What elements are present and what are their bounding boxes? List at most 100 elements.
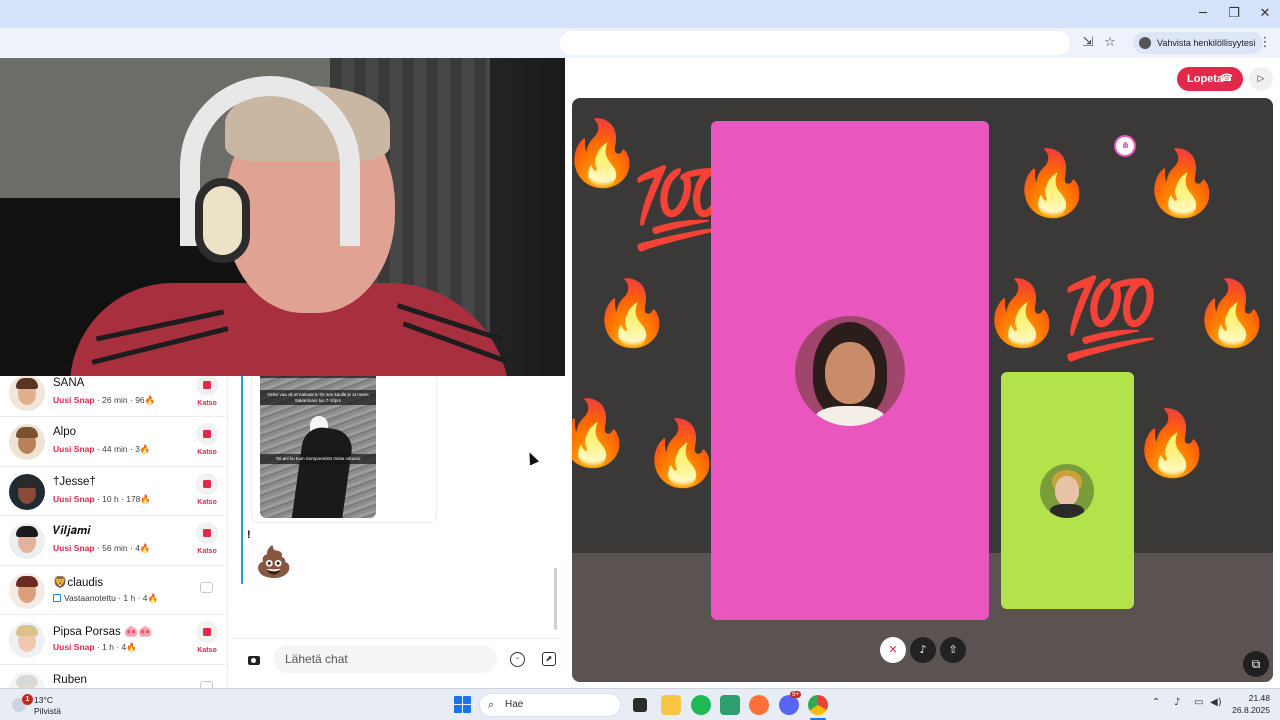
windows-start-icon[interactable]: [454, 696, 471, 713]
maximize-button[interactable]: ❐: [1219, 4, 1249, 24]
star-icon[interactable]: ☆: [1100, 33, 1120, 53]
view-snap-button[interactable]: [196, 373, 218, 396]
view-snap-button[interactable]: [196, 472, 218, 495]
chat-name: 𝑽𝒊𝒍𝒋𝒂𝒎𝒊: [53, 525, 91, 537]
conversation-scrollbar[interactable]: [554, 568, 557, 630]
chat-list-item[interactable]: 𝑽𝒊𝒍𝒋𝒂𝒎𝒊 Uusi Snap · 56 min · 4🔥 Katso: [0, 516, 227, 566]
view-snap-button[interactable]: [196, 423, 218, 445]
avatar: [9, 523, 45, 559]
avatar: [9, 622, 45, 658]
weather-widget[interactable]: 1 13°C Pilvistä: [8, 693, 88, 717]
weather-condition: Pilvistä: [34, 706, 61, 716]
avatar: [9, 424, 45, 460]
snapchat-web-page: Maisa🤍Uusi Snap · 17 min · 281🔥KatsoSANA…: [0, 58, 1280, 688]
avatar: [9, 374, 45, 411]
minimize-button[interactable]: ─: [1188, 4, 1218, 24]
participant-tile-main[interactable]: ıllı: [711, 121, 1136, 620]
picture-in-picture-icon[interactable]: ⧉: [1243, 651, 1269, 677]
chat-message-emoji: 💩: [255, 546, 293, 579]
chat-meta: · 56 min · 4🔥: [96, 543, 151, 553]
call-expand-icon[interactable]: ▷: [1249, 67, 1273, 91]
install-icon[interactable]: ⇲: [1078, 33, 1098, 53]
chat-meta: · 44 min · 3🔥: [96, 444, 151, 454]
chrome-icon[interactable]: [808, 695, 828, 715]
hang-up-icon: ☎: [1220, 73, 1233, 84]
snap-caption: Toi ani ku tuun Somponeistö mista odnooo: [260, 454, 376, 464]
chat-status: Uusi Snap: [53, 642, 95, 652]
avatar: [9, 473, 45, 510]
snap-caption: Onko vaa ok et natsaat 5-7jv ans kaulla …: [260, 390, 376, 405]
chat-name: 🦁claudis: [53, 576, 104, 589]
chat-status-line: Uusi Snap · 44 min · 3🔥: [53, 444, 151, 455]
chat-name: SANA: [53, 376, 85, 389]
end-call-button[interactable]: Lopeta ☎: [1177, 67, 1243, 91]
call-controls: ✕ ♪ ⇧: [878, 635, 968, 665]
chat-status: Uusi Snap: [53, 444, 95, 454]
profile-icon: [1139, 37, 1151, 49]
address-bar[interactable]: [560, 31, 1070, 55]
chat-status-line: Vastaanotettu · 1 h · 4🔥: [53, 593, 158, 604]
chat-status: Vastaanotettu: [64, 592, 116, 603]
camera-off-icon[interactable]: ✕: [880, 637, 906, 663]
spotify-icon[interactable]: [691, 695, 711, 715]
chat-meta: · 1 h · 4🔥: [96, 642, 137, 652]
participant-avatar: [795, 316, 905, 426]
chat-message-text: !: [247, 529, 251, 541]
emoji-icon[interactable]: ᵕ: [510, 652, 525, 667]
weather-temperature: 13°C: [34, 695, 53, 705]
view-snap-label: Katso: [197, 647, 217, 654]
kebab-menu-icon[interactable]: ⋮: [1255, 33, 1275, 53]
notification-badge: 1: [22, 694, 33, 705]
view-snap-label: Katso: [197, 449, 217, 456]
camera-icon[interactable]: [200, 581, 213, 593]
chat-list-item[interactable]: 🦁claudis Vastaanotettu · 1 h · 4🔥: [0, 566, 227, 615]
discord-icon[interactable]: [779, 695, 799, 715]
view-snap-button[interactable]: [196, 522, 218, 544]
sticker-icon[interactable]: ⬈: [542, 652, 556, 666]
view-snap-label: Katso: [197, 498, 217, 506]
camera-icon[interactable]: [200, 680, 213, 688]
clock-time[interactable]: 21.48: [1240, 693, 1270, 703]
file-explorer-icon[interactable]: [661, 695, 681, 715]
chat-name: †Jesse†: [53, 475, 96, 488]
view-snap-label: Katso: [197, 399, 217, 407]
share-screen-icon[interactable]: ⇧: [940, 637, 966, 663]
chat-list-item[interactable]: Ruben: [0, 665, 227, 688]
windows-taskbar: 1 13°C Pilvistä ⌕ Hae 9+ ⌃ ♪ ▭ ◀) 21.48 …: [0, 688, 1280, 720]
chat-list-item[interactable]: Pipsa Porsas 🐽🐽 Uusi Snap · 1 h · 4🔥 Katso: [0, 615, 227, 665]
chat-name: Pipsa Porsas 🐽🐽: [53, 626, 153, 638]
chat-status: Uusi Snap: [53, 394, 95, 405]
app-icon[interactable]: [720, 695, 740, 715]
verify-identity-button[interactable]: Vahvista henkilöllisyytesi: [1133, 32, 1264, 54]
camera-icon[interactable]: [247, 653, 261, 667]
close-window-button[interactable]: ✕: [1250, 4, 1280, 24]
taskbar-search[interactable]: ⌕ Hae: [479, 693, 621, 717]
verify-identity-label: Vahvista henkilöllisyytesi: [1157, 38, 1256, 48]
chat-status-line: Uusi Snap · 26 min · 96🔥: [53, 395, 155, 406]
participant-tile-self[interactable]: [1001, 372, 1134, 609]
chat-status: Uusi Snap: [53, 493, 95, 504]
avatar: [9, 671, 45, 688]
volume-icon[interactable]: ◀): [1210, 697, 1222, 708]
chat-name: Ruben: [53, 673, 87, 686]
browser-toolbar: ⇲ ☆ Vahvista henkilöllisyytesi ⋮: [0, 28, 1280, 58]
chat-list-item[interactable]: †Jesse† Uusi Snap · 10 h · 178🔥 Katso: [0, 467, 227, 516]
chat-input[interactable]: [273, 645, 497, 673]
task-view-icon[interactable]: [633, 698, 647, 712]
chevron-up-icon[interactable]: ⌃: [1152, 697, 1160, 708]
speaking-indicator-icon: ıllı: [1114, 135, 1136, 157]
firefox-icon[interactable]: [749, 695, 769, 715]
view-snap-button[interactable]: [196, 621, 218, 643]
chat-composer: ᵕ ⬈: [233, 638, 561, 684]
taskbar-search-label: Hae: [505, 699, 524, 710]
display-icon[interactable]: ▭: [1194, 697, 1203, 708]
microphone-tray-icon[interactable]: ♪: [1174, 697, 1180, 708]
chat-status: Uusi Snap: [53, 543, 95, 553]
self-avatar: [1040, 464, 1094, 518]
search-icon: ⌕: [488, 698, 495, 711]
chat-status-line: Uusi Snap · 1 h · 4🔥: [53, 642, 137, 653]
clock-date[interactable]: 26.8.2025: [1222, 705, 1270, 715]
microphone-icon[interactable]: ♪: [910, 637, 936, 663]
chat-list-item[interactable]: Alpo Uusi Snap · 44 min · 3🔥 Katso: [0, 417, 227, 467]
chat-meta: · 1 h · 4🔥: [118, 592, 159, 603]
